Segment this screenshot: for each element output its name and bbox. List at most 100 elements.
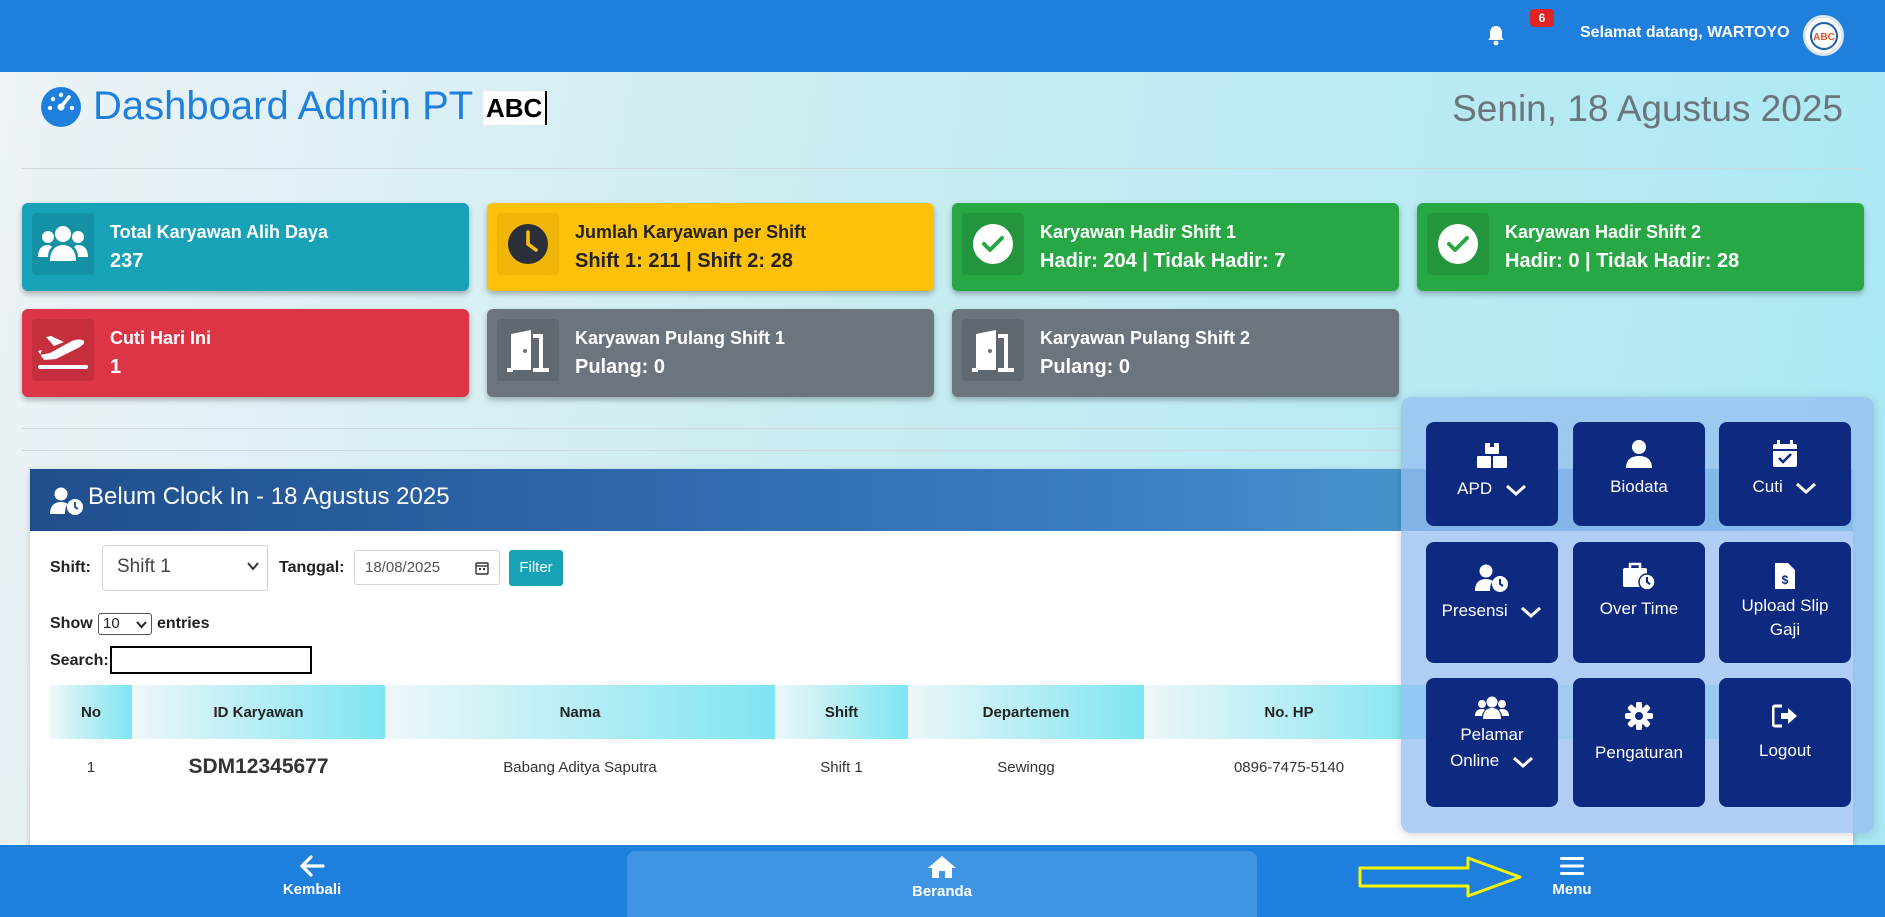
menu-pengaturan[interactable]: Pengaturan: [1573, 678, 1705, 807]
avatar[interactable]: ABC: [1803, 15, 1844, 56]
menu-label: Cuti: [1752, 477, 1783, 496]
calendar-check-icon: [1773, 440, 1797, 467]
card-pulang-shift-1[interactable]: Karyawan Pulang Shift 1 Pulang: 0: [487, 309, 934, 397]
menu-apd[interactable]: APD: [1426, 422, 1558, 526]
bell-icon[interactable]: [1486, 24, 1506, 46]
welcome-text: Selamat datang, WARTOYO: [1580, 24, 1790, 41]
svg-text:$: $: [1782, 573, 1789, 587]
nav-kembali[interactable]: Kembali: [232, 845, 392, 917]
shift-select-value: Shift 1: [117, 556, 171, 577]
search-label: Search:: [50, 652, 109, 669]
home-icon: [928, 856, 956, 878]
cell-no-hp: 0896-7475-5140: [1233, 758, 1345, 776]
column-header-no-hp[interactable]: No. HP: [1144, 685, 1434, 739]
entries-label: entries: [157, 615, 210, 632]
chevron-down-icon: [247, 562, 259, 571]
card-karyawan-per-shift[interactable]: Jumlah Karyawan per Shift Shift 1: 211 |…: [487, 203, 934, 291]
top-navbar: 6 Selamat datang, WARTOYO ABC: [0, 0, 1885, 72]
menu-label: Upload Slip: [1741, 596, 1829, 615]
cell-shift: Shift 1: [820, 758, 863, 776]
calendar-icon[interactable]: [475, 561, 489, 575]
menu-label: Online: [1450, 751, 1500, 770]
column-header-nama[interactable]: Nama: [385, 685, 775, 739]
chevron-down-icon: [136, 621, 147, 629]
card-label: Karyawan Hadir Shift 2: [1505, 222, 1702, 242]
search-input[interactable]: [110, 646, 312, 674]
users-icon: [32, 213, 94, 275]
column-header-departemen[interactable]: Departemen: [908, 685, 1144, 739]
door-open-icon: [962, 319, 1024, 381]
nav-label: Kembali: [282, 881, 342, 898]
show-label: Show: [50, 615, 93, 632]
users-icon: [1475, 696, 1509, 719]
card-value: Pulang: 0: [575, 356, 666, 378]
chevron-down-icon: [1796, 482, 1817, 494]
entries-select[interactable]: 10: [98, 613, 152, 635]
card-value: 1: [110, 356, 122, 378]
tanggal-input[interactable]: 18/08/2025: [354, 550, 500, 585]
menu-label: Pengaturan: [1595, 743, 1683, 762]
menu-pelamar-online[interactable]: Pelamar Online: [1426, 678, 1558, 807]
notification-badge[interactable]: 6: [1530, 9, 1554, 27]
user-clock-icon: [1475, 564, 1508, 592]
column-header-shift[interactable]: Shift: [775, 685, 908, 739]
nav-label: Menu: [1552, 881, 1592, 898]
current-date: Senin, 18 Agustus 2025: [1452, 88, 1843, 129]
menu-popup: APD Biodata Cuti Presensi Over Time $ Up…: [1401, 397, 1874, 833]
chevron-down-icon: [1521, 606, 1542, 618]
menu-upload-slip-gaji[interactable]: $ Upload Slip Gaji: [1719, 542, 1851, 663]
card-hadir-shift-1[interactable]: Karyawan Hadir Shift 1 Hadir: 204 | Tida…: [952, 203, 1399, 291]
menu-over-time[interactable]: Over Time: [1573, 542, 1705, 663]
card-total-karyawan[interactable]: Total Karyawan Alih Daya 237: [22, 203, 469, 291]
menu-biodata[interactable]: Biodata: [1573, 422, 1705, 526]
company-name: ABC: [483, 91, 548, 125]
card-pulang-shift-2[interactable]: Karyawan Pulang Shift 2 Pulang: 0: [952, 309, 1399, 397]
menu-label: APD: [1457, 479, 1493, 498]
cell-departemen: Sewingg: [997, 758, 1055, 776]
column-header-no[interactable]: No: [50, 685, 132, 739]
menu-label: Pelamar: [1460, 725, 1524, 744]
menu-label: Over Time: [1599, 599, 1679, 618]
check-circle-icon: [1427, 213, 1489, 275]
card-value: Hadir: 204 | Tidak Hadir: 7: [1040, 250, 1286, 272]
hamburger-menu-icon: [1560, 857, 1584, 875]
menu-label: Presensi: [1441, 601, 1508, 620]
annotation-arrow-icon: [1358, 856, 1522, 898]
shift-label: Shift:: [50, 559, 91, 576]
panel-title: Belum Clock In - 18 Agustus 2025: [88, 483, 450, 510]
nav-beranda[interactable]: Beranda: [862, 845, 1022, 917]
chevron-down-icon: [1505, 484, 1526, 496]
card-label: Karyawan Hadir Shift 1: [1040, 222, 1237, 242]
card-label: Karyawan Pulang Shift 1: [575, 328, 786, 348]
menu-cuti[interactable]: Cuti: [1719, 422, 1851, 526]
column-header-id[interactable]: ID Karyawan: [132, 685, 385, 739]
entries-value: 10: [103, 615, 120, 632]
card-value: Pulang: 0: [1040, 356, 1131, 378]
cell-id: SDM12345677: [188, 755, 329, 778]
boxes-icon: [1477, 443, 1507, 468]
menu-presensi[interactable]: Presensi: [1426, 542, 1558, 663]
filter-button[interactable]: Filter: [509, 550, 563, 586]
dashboard-gauge-icon: [41, 87, 81, 127]
logout-icon: [1772, 704, 1797, 728]
arrow-left-icon: [300, 855, 325, 877]
plane-departure-icon: [32, 319, 94, 381]
tanggal-label: Tanggal:: [279, 559, 345, 576]
card-hadir-shift-2[interactable]: Karyawan Hadir Shift 2 Hadir: 0 | Tidak …: [1417, 203, 1864, 291]
menu-logout[interactable]: Logout: [1719, 678, 1851, 807]
menu-label: Logout: [1759, 741, 1811, 760]
menu-label: Biodata: [1610, 477, 1668, 496]
card-label: Jumlah Karyawan per Shift: [575, 222, 807, 242]
file-invoice-dollar-icon: $: [1775, 563, 1795, 589]
clock-icon: [497, 213, 559, 275]
bottom-navbar: Kembali Beranda Menu: [0, 845, 1885, 917]
menu-label: Gaji: [1769, 620, 1801, 639]
shift-select[interactable]: Shift 1: [102, 545, 268, 591]
company-logo-icon: ABC: [1809, 21, 1838, 50]
card-value: Hadir: 0 | Tidak Hadir: 28: [1505, 250, 1740, 272]
gear-icon: [1625, 702, 1653, 730]
nav-label: Beranda: [911, 883, 973, 900]
card-cuti-hari-ini[interactable]: Cuti Hari Ini 1: [22, 309, 469, 397]
check-circle-icon: [962, 213, 1024, 275]
page-title: Dashboard Admin PT: [93, 84, 474, 128]
